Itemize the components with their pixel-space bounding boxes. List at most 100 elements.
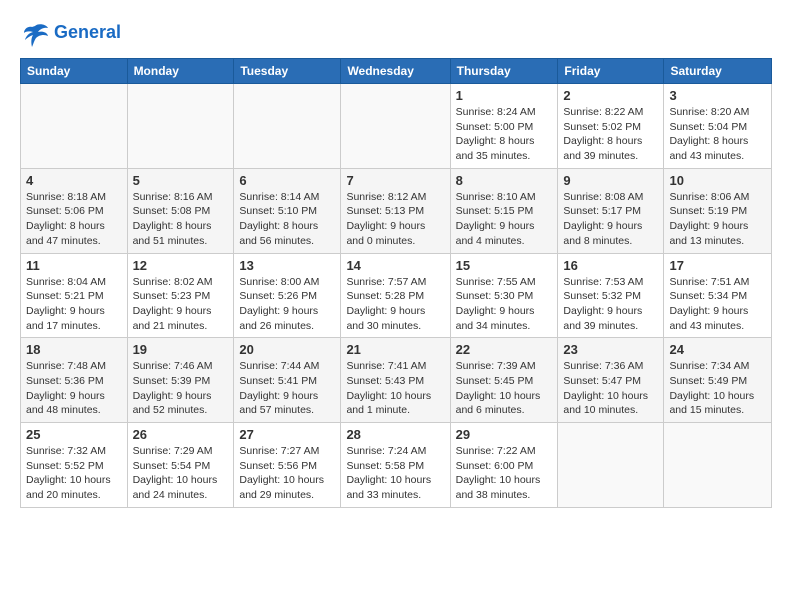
calendar-cell: 15Sunrise: 7:55 AMSunset: 5:30 PMDayligh… bbox=[450, 253, 558, 338]
day-number: 6 bbox=[239, 173, 335, 188]
header: General bbox=[20, 18, 772, 48]
day-info: Sunrise: 7:39 AMSunset: 5:45 PMDaylight:… bbox=[456, 359, 553, 418]
weekday-header-friday: Friday bbox=[558, 59, 664, 84]
calendar-cell bbox=[21, 84, 128, 169]
calendar-cell: 28Sunrise: 7:24 AMSunset: 5:58 PMDayligh… bbox=[341, 423, 450, 508]
day-info: Sunrise: 8:12 AMSunset: 5:13 PMDaylight:… bbox=[346, 190, 444, 249]
weekday-header-sunday: Sunday bbox=[21, 59, 128, 84]
day-number: 9 bbox=[563, 173, 658, 188]
day-info: Sunrise: 8:06 AMSunset: 5:19 PMDaylight:… bbox=[669, 190, 766, 249]
day-info: Sunrise: 7:57 AMSunset: 5:28 PMDaylight:… bbox=[346, 275, 444, 334]
calendar-cell: 16 Sunrise: 7:53 AMSunset: 5:32 PMDayligh… bbox=[558, 253, 664, 338]
day-number: 21 bbox=[346, 342, 444, 357]
weekday-header-monday: Monday bbox=[127, 59, 234, 84]
day-number: 4 bbox=[26, 173, 122, 188]
calendar-cell: 8 Sunrise: 8:10 AMSunset: 5:15 PMDaylight… bbox=[450, 168, 558, 253]
day-info: Sunrise: 8:00 AMSunset: 5:26 PMDaylight:… bbox=[239, 275, 335, 334]
calendar-cell: 6 Sunrise: 8:14 AMSunset: 5:10 PMDaylight… bbox=[234, 168, 341, 253]
day-number: 13 bbox=[239, 258, 335, 273]
day-number: 1 bbox=[456, 88, 553, 103]
day-info: Sunrise: 7:53 AMSunset: 5:32 PMDaylight:… bbox=[563, 275, 658, 334]
day-number: 27 bbox=[239, 427, 335, 442]
day-number: 22 bbox=[456, 342, 553, 357]
day-info: Sunrise: 7:48 AMSunset: 5:36 PMDaylight:… bbox=[26, 359, 122, 418]
calendar-cell: 20Sunrise: 7:44 AMSunset: 5:41 PMDayligh… bbox=[234, 338, 341, 423]
day-number: 11 bbox=[26, 258, 122, 273]
calendar-cell: 10Sunrise: 8:06 AMSunset: 5:19 PMDayligh… bbox=[664, 168, 772, 253]
day-info: Sunrise: 7:29 AMSunset: 5:54 PMDaylight:… bbox=[133, 444, 229, 503]
calendar-cell: 4 Sunrise: 8:18 AMSunset: 5:06 PMDaylight… bbox=[21, 168, 128, 253]
day-info: Sunrise: 8:16 AMSunset: 5:08 PMDaylight:… bbox=[133, 190, 229, 249]
day-number: 16 bbox=[563, 258, 658, 273]
day-number: 3 bbox=[669, 88, 766, 103]
day-info: Sunrise: 7:51 AMSunset: 5:34 PMDaylight:… bbox=[669, 275, 766, 334]
calendar-cell: 25 Sunrise: 7:32 AMSunset: 5:52 PMDayligh… bbox=[21, 423, 128, 508]
day-number: 17 bbox=[669, 258, 766, 273]
calendar-week-3: 11 Sunrise: 8:04 AMSunset: 5:21 PMDayligh… bbox=[21, 253, 772, 338]
day-info: Sunrise: 8:04 AMSunset: 5:21 PMDaylight:… bbox=[26, 275, 122, 334]
calendar: SundayMondayTuesdayWednesdayThursdayFrid… bbox=[20, 58, 772, 508]
calendar-cell: 9 Sunrise: 8:08 AMSunset: 5:17 PMDaylight… bbox=[558, 168, 664, 253]
logo-icon bbox=[20, 18, 50, 48]
day-number: 23 bbox=[563, 342, 658, 357]
calendar-cell: 17 Sunrise: 7:51 AMSunset: 5:34 PMDayligh… bbox=[664, 253, 772, 338]
calendar-cell: 5Sunrise: 8:16 AMSunset: 5:08 PMDaylight… bbox=[127, 168, 234, 253]
calendar-cell bbox=[127, 84, 234, 169]
calendar-cell: 23 Sunrise: 7:36 AMSunset: 5:47 PMDayligh… bbox=[558, 338, 664, 423]
logo-text-line1: General bbox=[54, 23, 121, 43]
weekday-header-row: SundayMondayTuesdayWednesdayThursdayFrid… bbox=[21, 59, 772, 84]
day-info: Sunrise: 7:44 AMSunset: 5:41 PMDaylight:… bbox=[239, 359, 335, 418]
day-number: 24 bbox=[669, 342, 766, 357]
calendar-cell: 19 Sunrise: 7:46 AMSunset: 5:39 PMDayligh… bbox=[127, 338, 234, 423]
day-info: Sunrise: 7:24 AMSunset: 5:58 PMDaylight:… bbox=[346, 444, 444, 503]
calendar-cell: 24 Sunrise: 7:34 AMSunset: 5:49 PMDayligh… bbox=[664, 338, 772, 423]
day-info: Sunrise: 7:32 AMSunset: 5:52 PMDaylight:… bbox=[26, 444, 122, 503]
day-info: Sunrise: 7:34 AMSunset: 5:49 PMDaylight:… bbox=[669, 359, 766, 418]
logo: General bbox=[20, 18, 121, 48]
calendar-cell: 21 Sunrise: 7:41 AMSunset: 5:43 PMDayligh… bbox=[341, 338, 450, 423]
calendar-cell: 14 Sunrise: 7:57 AMSunset: 5:28 PMDayligh… bbox=[341, 253, 450, 338]
day-info: Sunrise: 8:14 AMSunset: 5:10 PMDaylight:… bbox=[239, 190, 335, 249]
day-number: 14 bbox=[346, 258, 444, 273]
calendar-cell: 22 Sunrise: 7:39 AMSunset: 5:45 PMDayligh… bbox=[450, 338, 558, 423]
calendar-cell: 2Sunrise: 8:22 AMSunset: 5:02 PMDaylight… bbox=[558, 84, 664, 169]
calendar-header: SundayMondayTuesdayWednesdayThursdayFrid… bbox=[21, 59, 772, 84]
day-number: 25 bbox=[26, 427, 122, 442]
day-info: Sunrise: 7:22 AMSunset: 6:00 PMDaylight:… bbox=[456, 444, 553, 503]
day-info: Sunrise: 8:18 AMSunset: 5:06 PMDaylight:… bbox=[26, 190, 122, 249]
page: General SundayMondayTuesdayWednesdayThur… bbox=[0, 0, 792, 518]
day-info: Sunrise: 8:22 AMSunset: 5:02 PMDaylight:… bbox=[563, 105, 658, 164]
day-number: 12 bbox=[133, 258, 229, 273]
calendar-week-5: 25 Sunrise: 7:32 AMSunset: 5:52 PMDayligh… bbox=[21, 423, 772, 508]
calendar-cell bbox=[664, 423, 772, 508]
calendar-cell: 12 Sunrise: 8:02 AMSunset: 5:23 PMDayligh… bbox=[127, 253, 234, 338]
day-number: 8 bbox=[456, 173, 553, 188]
calendar-week-4: 18 Sunrise: 7:48 AMSunset: 5:36 PMDayligh… bbox=[21, 338, 772, 423]
calendar-cell: 18 Sunrise: 7:48 AMSunset: 5:36 PMDayligh… bbox=[21, 338, 128, 423]
day-info: Sunrise: 8:24 AMSunset: 5:00 PMDaylight:… bbox=[456, 105, 553, 164]
day-info: Sunrise: 7:46 AMSunset: 5:39 PMDaylight:… bbox=[133, 359, 229, 418]
calendar-body: 1 Sunrise: 8:24 AMSunset: 5:00 PMDaylight… bbox=[21, 84, 772, 508]
calendar-cell bbox=[558, 423, 664, 508]
calendar-week-2: 4 Sunrise: 8:18 AMSunset: 5:06 PMDaylight… bbox=[21, 168, 772, 253]
day-info: Sunrise: 7:27 AMSunset: 5:56 PMDaylight:… bbox=[239, 444, 335, 503]
calendar-cell: 11 Sunrise: 8:04 AMSunset: 5:21 PMDayligh… bbox=[21, 253, 128, 338]
calendar-cell bbox=[341, 84, 450, 169]
day-number: 15 bbox=[456, 258, 553, 273]
day-number: 26 bbox=[133, 427, 229, 442]
weekday-header-thursday: Thursday bbox=[450, 59, 558, 84]
day-info: Sunrise: 8:02 AMSunset: 5:23 PMDaylight:… bbox=[133, 275, 229, 334]
day-info: Sunrise: 8:08 AMSunset: 5:17 PMDaylight:… bbox=[563, 190, 658, 249]
weekday-header-wednesday: Wednesday bbox=[341, 59, 450, 84]
day-number: 19 bbox=[133, 342, 229, 357]
day-info: Sunrise: 7:41 AMSunset: 5:43 PMDaylight:… bbox=[346, 359, 444, 418]
calendar-cell bbox=[234, 84, 341, 169]
day-info: Sunrise: 7:36 AMSunset: 5:47 PMDaylight:… bbox=[563, 359, 658, 418]
calendar-cell: 26 Sunrise: 7:29 AMSunset: 5:54 PMDayligh… bbox=[127, 423, 234, 508]
day-number: 7 bbox=[346, 173, 444, 188]
calendar-cell: 1 Sunrise: 8:24 AMSunset: 5:00 PMDaylight… bbox=[450, 84, 558, 169]
calendar-cell: 27 Sunrise: 7:27 AMSunset: 5:56 PMDayligh… bbox=[234, 423, 341, 508]
day-info: Sunrise: 8:10 AMSunset: 5:15 PMDaylight:… bbox=[456, 190, 553, 249]
calendar-cell: 13 Sunrise: 8:00 AMSunset: 5:26 PMDayligh… bbox=[234, 253, 341, 338]
day-number: 18 bbox=[26, 342, 122, 357]
